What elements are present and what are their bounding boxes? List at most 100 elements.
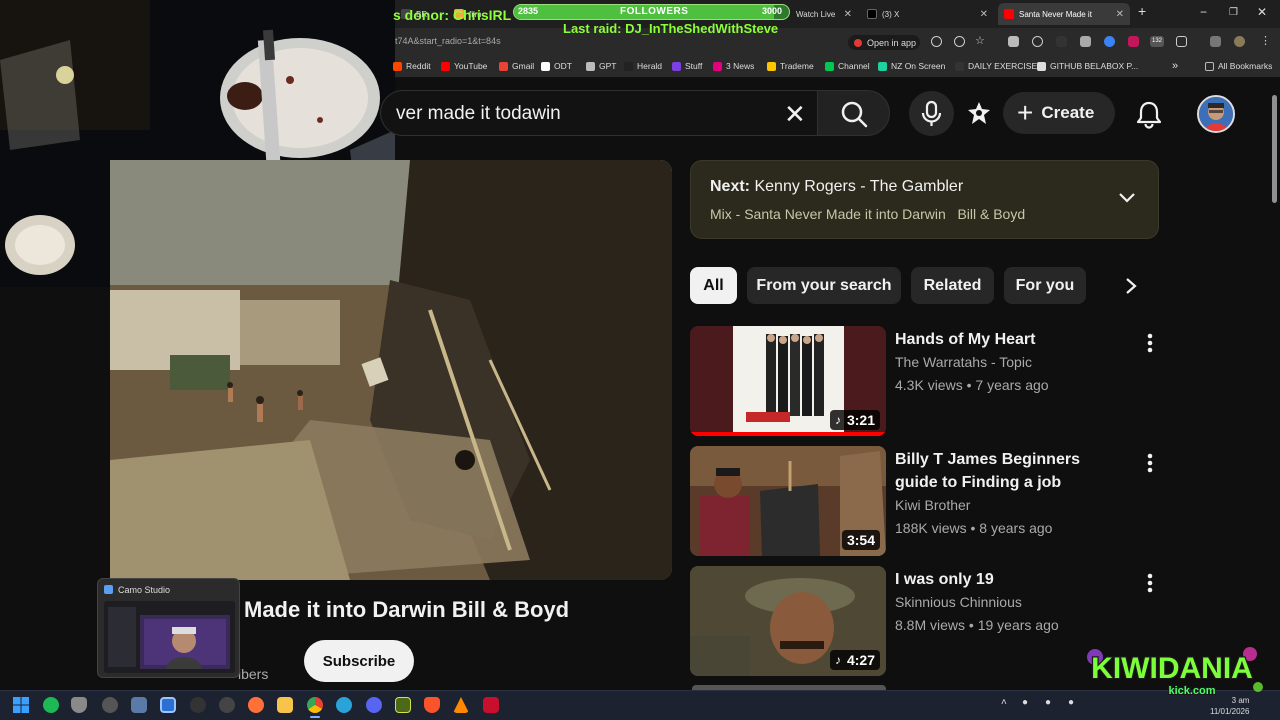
video-player[interactable] [110, 160, 672, 580]
account-avatar[interactable] [1197, 95, 1235, 133]
streaming-app-icon[interactable] [102, 697, 118, 713]
meta-separator: • [968, 617, 974, 633]
window-app-icon[interactable] [131, 697, 147, 713]
extension-icon[interactable] [1056, 36, 1067, 47]
new-tab-icon[interactable]: + [1138, 3, 1146, 19]
tray-app-icon[interactable]: ● [1068, 697, 1074, 708]
chevron-right-icon[interactable] [1121, 276, 1141, 296]
create-button[interactable]: + Create [1003, 92, 1115, 134]
address-bar[interactable]: t74A&start_radio=1&t=84s [395, 28, 1280, 56]
recommendation-channel[interactable]: The Warratahs - Topic [895, 354, 1032, 370]
chip-from-your-search[interactable]: From your search [747, 267, 901, 304]
chip-for-you[interactable]: For you [1004, 267, 1086, 304]
scrollbar-thumb[interactable] [1272, 95, 1277, 203]
discord-icon[interactable] [366, 697, 382, 713]
bookmark-youtube[interactable]: YouTube [441, 61, 487, 71]
video-thumbnail[interactable]: 3:54 [690, 446, 886, 556]
ask-ai-button[interactable] [964, 99, 994, 134]
chrome-icon[interactable] [307, 697, 323, 713]
chip-all[interactable]: All [690, 267, 737, 304]
recommendation-item[interactable]: 3:54 Billy T James Beginners guide to Fi… [690, 446, 1160, 558]
bookmark-trademe[interactable]: Trademe [767, 61, 814, 71]
recommendation-channel[interactable]: Skinnious Chinnious [895, 594, 1022, 610]
notifications-button[interactable] [1135, 99, 1163, 134]
more-options-icon[interactable] [1143, 572, 1157, 594]
more-options-icon[interactable] [1143, 332, 1157, 354]
spotify-icon[interactable] [43, 697, 59, 713]
g-app-icon[interactable] [190, 697, 206, 713]
shield-extension-icon[interactable] [1104, 36, 1115, 47]
view-count: 8.8M views [895, 617, 966, 633]
bookmark-label: Stuff [685, 61, 703, 71]
bookmarks-overflow-icon[interactable]: » [1172, 60, 1178, 72]
windows-start-icon[interactable] [13, 697, 29, 713]
browser-tab[interactable]: (3) X ✕ [861, 3, 994, 25]
camo-taskbar-icon[interactable] [160, 697, 176, 713]
media-control-icon[interactable] [1210, 36, 1221, 47]
chip-related[interactable]: Related [911, 267, 994, 304]
bookmark-3-news[interactable]: 3 News [713, 61, 754, 71]
minimize-icon[interactable]: − [1200, 5, 1207, 19]
search-extension-icon[interactable] [1032, 36, 1043, 47]
bookmark-channel[interactable]: Channel [825, 61, 870, 71]
extension-icon[interactable] [1128, 36, 1139, 47]
recommendation-title[interactable]: Billy T James Beginners guide to Finding… [895, 448, 1127, 494]
tray-discord-icon[interactable]: ● [1022, 697, 1028, 708]
upload-age: 8 years ago [979, 520, 1053, 536]
recommendation-title[interactable]: Hands of My Heart [895, 328, 1127, 351]
bookmark-github-belabox-p[interactable]: GITHUB BELABOX P... [1037, 61, 1138, 71]
bookmark-favicon-icon [393, 61, 402, 71]
profile-avatar-icon[interactable] [1234, 36, 1245, 47]
app-icon[interactable] [219, 697, 235, 713]
browser-tab[interactable]: Watch Live ✕ [790, 3, 858, 25]
tab-close-icon[interactable]: ✕ [1116, 9, 1124, 20]
edge-icon[interactable] [336, 697, 352, 713]
tab-close-icon[interactable]: ✕ [844, 9, 852, 20]
bookmark-stuff[interactable]: Stuff [672, 61, 702, 71]
firefox-icon[interactable] [248, 697, 264, 713]
search-button[interactable] [817, 90, 890, 136]
clear-search-icon[interactable]: ✕ [784, 99, 806, 130]
recommendation-item[interactable]: ♪ 3:21 Hands of My Heart The Warratahs - … [690, 326, 1160, 438]
browser-tab-active[interactable]: Santa Never Made it ✕ [998, 3, 1130, 25]
chevron-down-icon[interactable] [1117, 188, 1137, 208]
video-thumbnail[interactable]: ♪ 3:21 [690, 326, 886, 436]
red-app-icon[interactable] [483, 697, 499, 713]
bookmark-reddit[interactable]: Reddit [393, 61, 431, 71]
tray-overflow-icon[interactable]: ˄ [1001, 697, 1007, 708]
bookmark-daily-exercise[interactable]: DAILY EXERCISE! [955, 61, 1040, 71]
open-in-app-button[interactable]: Open in app [848, 35, 920, 50]
more-options-icon[interactable] [1143, 452, 1157, 474]
up-next-card[interactable] [690, 160, 1159, 239]
voice-search-button[interactable] [909, 91, 954, 136]
extension-icon[interactable] [1008, 36, 1019, 47]
maximize-icon[interactable]: ❐ [1229, 7, 1238, 18]
camo-studio-preview[interactable]: Camo Studio [97, 578, 240, 678]
recommendation-title[interactable]: I was only 19 [895, 568, 1127, 591]
brave-icon[interactable] [424, 697, 440, 713]
recommendation-channel[interactable]: Kiwi Brother [895, 497, 970, 513]
tray-app-icon[interactable]: ● [1045, 697, 1051, 708]
url-text[interactable]: t74A&start_radio=1&t=84s [395, 36, 501, 46]
fw-app-icon[interactable] [395, 697, 411, 713]
bookmark-star-icon[interactable]: ☆ [975, 34, 986, 47]
extensions-puzzle-icon[interactable] [1176, 36, 1187, 47]
bookmark-herald[interactable]: Herald [624, 61, 662, 71]
search-input-value[interactable]: ver made it todawin [396, 103, 561, 125]
bookmark-gmail[interactable]: Gmail [499, 61, 534, 71]
bookmark-odt[interactable]: ODT [541, 61, 572, 71]
file-explorer-icon[interactable] [277, 697, 293, 713]
browser-menu-icon[interactable]: ⋮ [1260, 34, 1271, 47]
bookmark-nz-on-screen[interactable]: NZ On Screen [878, 61, 945, 71]
extension-icon[interactable] [1080, 36, 1091, 47]
shield-app-icon[interactable] [71, 697, 87, 713]
subscribe-button[interactable]: Subscribe [304, 640, 414, 682]
zoom-icon[interactable] [931, 36, 942, 47]
extension-badge[interactable]: 132 [1150, 36, 1164, 47]
bookmark-gpt[interactable]: GPT [586, 61, 616, 71]
eye-off-icon[interactable] [954, 36, 965, 47]
window-close-icon[interactable]: ✕ [1257, 5, 1267, 19]
tab-close-icon[interactable]: ✕ [980, 9, 988, 20]
video-thumbnail[interactable]: ♪ 4:27 [690, 566, 886, 676]
all-bookmarks-button[interactable]: All Bookmarks [1205, 61, 1272, 71]
